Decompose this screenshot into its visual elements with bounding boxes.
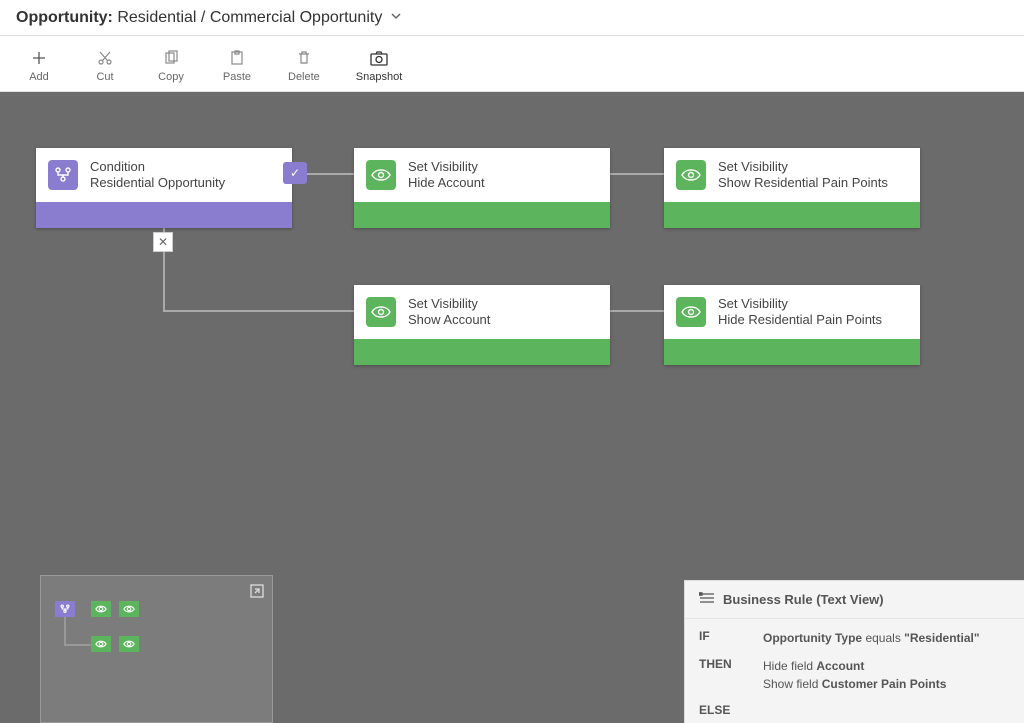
node-body: Set Visibility Show Residential Pain Poi… xyxy=(664,148,920,202)
action-node-hide-res-pain[interactable]: Set Visibility Hide Residential Pain Poi… xyxy=(664,285,920,365)
copy-icon xyxy=(162,49,180,67)
add-button[interactable]: Add xyxy=(24,49,54,83)
true-branch-icon[interactable]: ✓ xyxy=(283,162,307,184)
node-title: Condition xyxy=(90,159,225,175)
then-actions: Hide field Account Show field Customer P… xyxy=(763,657,1010,693)
visibility-icon xyxy=(676,297,706,327)
visibility-icon xyxy=(366,297,396,327)
node-footer xyxy=(36,202,292,228)
if-expression: Opportunity Type equals "Residential" xyxy=(763,629,1010,647)
then-label: THEN xyxy=(699,657,763,693)
label: Add xyxy=(29,71,49,83)
text-view-body: IF Opportunity Type equals "Residential"… xyxy=(685,619,1024,723)
cut-button[interactable]: Cut xyxy=(90,49,120,83)
page-header: Opportunity: Residential / Commercial Op… xyxy=(0,0,1024,36)
mm-action xyxy=(119,601,139,617)
x-icon: ✕ xyxy=(158,235,168,249)
action-node-show-res-pain[interactable]: Set Visibility Show Residential Pain Poi… xyxy=(664,148,920,228)
connector xyxy=(610,310,664,312)
else-label: ELSE xyxy=(699,703,763,717)
node-subtitle: Residential Opportunity xyxy=(90,175,225,191)
expand-icon[interactable] xyxy=(248,582,266,600)
node-body: Set Visibility Show Account xyxy=(354,285,610,339)
connector xyxy=(610,173,664,175)
plus-icon xyxy=(30,49,48,67)
label: Delete xyxy=(288,71,320,83)
label: Snapshot xyxy=(356,71,402,83)
label: Copy xyxy=(158,71,184,83)
node-title: Set Visibility xyxy=(718,159,888,175)
mm-action xyxy=(91,601,111,617)
node-title: Set Visibility xyxy=(718,296,882,312)
node-title: Set Visibility xyxy=(408,159,485,175)
node-subtitle: Hide Residential Pain Points xyxy=(718,312,882,328)
rule-icon xyxy=(699,591,715,608)
label: Cut xyxy=(96,71,113,83)
entity-prefix: Opportunity: xyxy=(16,9,113,26)
text-view-title: Business Rule (Text View) xyxy=(723,592,884,607)
paste-button[interactable]: Paste xyxy=(222,49,252,83)
mm-action xyxy=(119,636,139,652)
chevron-down-icon[interactable] xyxy=(390,10,402,25)
action-node-hide-account[interactable]: Set Visibility Hide Account xyxy=(354,148,610,228)
trash-icon xyxy=(295,49,313,67)
node-footer xyxy=(354,202,610,228)
node-footer xyxy=(664,202,920,228)
condition-icon xyxy=(48,160,78,190)
mm-condition xyxy=(55,601,75,617)
node-body: Set Visibility Hide Account xyxy=(354,148,610,202)
node-footer xyxy=(354,339,610,365)
node-subtitle: Show Residential Pain Points xyxy=(718,175,888,191)
mm-connector xyxy=(64,616,66,646)
rule-name: Residential / Commercial Opportunity xyxy=(117,9,382,26)
designer-canvas[interactable]: ✕ Condition Residential Opportunity ✓ xyxy=(0,92,1024,723)
clipboard-icon xyxy=(228,49,246,67)
scissors-icon xyxy=(96,49,114,67)
minimap[interactable] xyxy=(40,575,273,723)
node-body: Condition Residential Opportunity xyxy=(36,148,292,202)
delete-button[interactable]: Delete xyxy=(288,49,320,83)
toolbar: Add Cut Copy Paste xyxy=(0,36,1024,92)
condition-node[interactable]: Condition Residential Opportunity ✓ xyxy=(36,148,292,228)
node-footer xyxy=(664,339,920,365)
visibility-icon xyxy=(676,160,706,190)
check-icon: ✓ xyxy=(290,166,300,180)
label: Paste xyxy=(223,71,251,83)
text-view-header[interactable]: Business Rule (Text View) xyxy=(685,581,1024,619)
connector xyxy=(163,310,354,312)
mm-connector xyxy=(64,644,94,646)
node-title: Set Visibility xyxy=(408,296,490,312)
business-rule-text-view: Business Rule (Text View) IF Opportunity… xyxy=(684,580,1024,723)
snapshot-button[interactable]: Snapshot xyxy=(356,49,402,83)
visibility-icon xyxy=(366,160,396,190)
node-body: Set Visibility Hide Residential Pain Poi… xyxy=(664,285,920,339)
node-subtitle: Show Account xyxy=(408,312,490,328)
if-label: IF xyxy=(699,629,763,647)
else-branch-icon[interactable]: ✕ xyxy=(153,232,173,252)
page-title[interactable]: Opportunity: Residential / Commercial Op… xyxy=(16,9,382,27)
copy-button[interactable]: Copy xyxy=(156,49,186,83)
action-node-show-account[interactable]: Set Visibility Show Account xyxy=(354,285,610,365)
mm-action xyxy=(91,636,111,652)
node-subtitle: Hide Account xyxy=(408,175,485,191)
camera-icon xyxy=(370,49,388,67)
